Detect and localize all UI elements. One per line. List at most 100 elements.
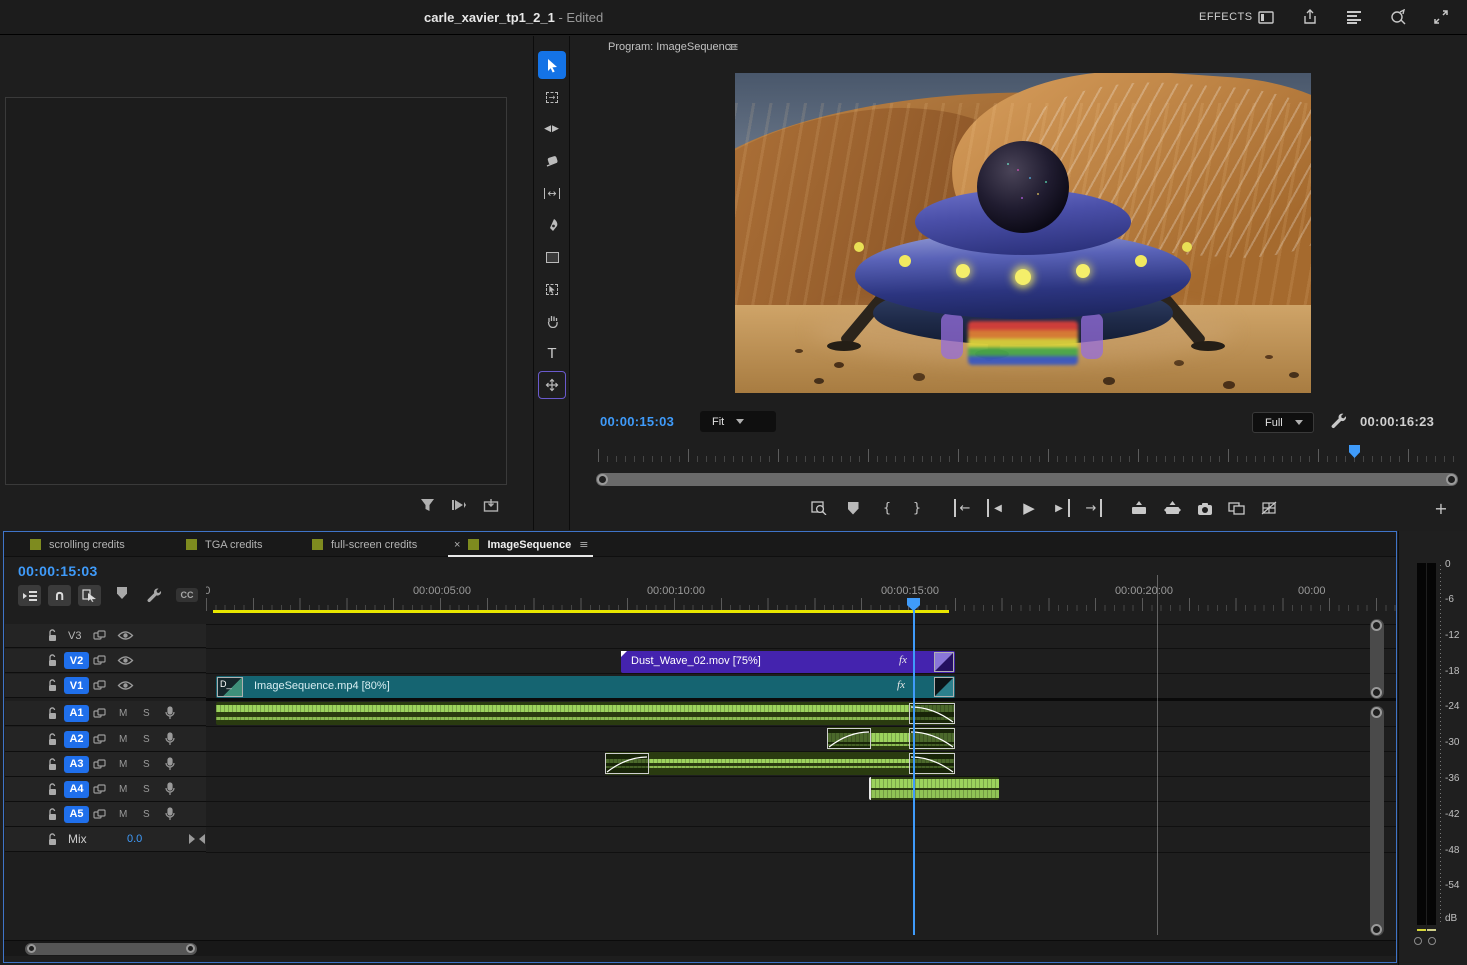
- scrollbar-knob[interactable]: [186, 944, 195, 953]
- zoom-level-select[interactable]: Fit: [700, 411, 776, 432]
- solo-button[interactable]: S: [143, 708, 150, 719]
- quick-search-icon[interactable]: [1389, 8, 1407, 26]
- timeline-hscroll-track[interactable]: [4, 940, 1396, 956]
- mute-button[interactable]: M: [119, 784, 127, 795]
- workspace-panel-icon[interactable]: [1257, 8, 1275, 26]
- audio-clip-a3[interactable]: [605, 752, 955, 775]
- selection-tool[interactable]: [538, 51, 566, 79]
- export-frame-camera-icon[interactable]: [1196, 499, 1214, 517]
- lock-icon[interactable]: [47, 733, 58, 746]
- hand-tool[interactable]: [538, 307, 566, 335]
- settings-wrench-icon[interactable]: [1330, 412, 1347, 429]
- transition-out[interactable]: [934, 677, 954, 697]
- panel-menu-icon[interactable]: ≡: [728, 40, 739, 55]
- voiceover-mic-icon[interactable]: [165, 706, 175, 720]
- program-monitor-title[interactable]: Program: ImageSequence: [608, 41, 736, 53]
- toggle-track-output-eye-icon[interactable]: [117, 630, 134, 641]
- track-select-forward-tool[interactable]: →: [538, 83, 566, 111]
- play-button[interactable]: ▶: [1020, 499, 1038, 517]
- snap-toggle-button[interactable]: ∩: [48, 585, 71, 606]
- sync-lock-icon[interactable]: [93, 680, 106, 691]
- meter-channel-toggle[interactable]: [1428, 937, 1436, 945]
- mark-out-icon[interactable]: }: [908, 499, 926, 517]
- track-target-badge[interactable]: A1: [64, 705, 89, 722]
- solo-button[interactable]: S: [143, 809, 150, 820]
- mute-button[interactable]: M: [119, 708, 127, 719]
- panel-menu-icon[interactable]: ≡: [579, 538, 588, 551]
- mark-in-icon[interactable]: {: [878, 499, 896, 517]
- lock-icon[interactable]: [47, 679, 58, 692]
- mix-level-value[interactable]: 0.0: [127, 833, 142, 845]
- sync-lock-icon[interactable]: [93, 784, 106, 795]
- step-back-icon[interactable]: ◀: [987, 499, 1005, 517]
- mute-button[interactable]: M: [119, 759, 127, 770]
- comparison-view-icon[interactable]: [1227, 499, 1245, 517]
- keyframe-navigator-icon[interactable]: [189, 834, 205, 844]
- audio-fade-out[interactable]: [909, 728, 955, 749]
- audio-fade-in[interactable]: [827, 728, 871, 749]
- sync-lock-icon[interactable]: [93, 708, 106, 719]
- toggle-track-output-eye-icon[interactable]: [117, 680, 134, 691]
- scrollbar-knob[interactable]: [1446, 474, 1457, 485]
- lock-icon[interactable]: [47, 758, 58, 771]
- tab-imagesequence[interactable]: × ImageSequence ≡: [454, 532, 588, 557]
- timeline-timecode[interactable]: 00:00:15:03: [18, 563, 98, 579]
- voiceover-mic-icon[interactable]: [165, 782, 175, 796]
- lock-icon[interactable]: [47, 783, 58, 796]
- sync-lock-icon[interactable]: [93, 655, 106, 666]
- clip-imagesequence[interactable]: D_ ImageSequence.mp4 [80%] fx: [216, 676, 955, 698]
- meter-channel-toggle[interactable]: [1414, 937, 1422, 945]
- track-target-badge[interactable]: V1: [64, 677, 89, 694]
- effects-workspace-label[interactable]: EFFECTS: [1199, 11, 1253, 23]
- solo-button[interactable]: S: [143, 734, 150, 745]
- timeline-hscroll-thumb[interactable]: [25, 943, 197, 955]
- work-area-bar[interactable]: [213, 610, 949, 613]
- scrollbar-knob[interactable]: [597, 474, 608, 485]
- program-scrubber[interactable]: [598, 448, 1458, 462]
- audio-tracks-scrollbar[interactable]: [1370, 706, 1384, 936]
- tab-full-screen-credits[interactable]: full-screen credits: [312, 532, 417, 557]
- transform-tool[interactable]: [538, 371, 566, 399]
- solo-button[interactable]: S: [143, 784, 150, 795]
- program-video-frame[interactable]: [735, 73, 1311, 393]
- solo-button[interactable]: S: [143, 759, 150, 770]
- program-current-timecode[interactable]: 00:00:15:03: [600, 414, 674, 429]
- voiceover-mic-icon[interactable]: [165, 732, 175, 746]
- scrollbar-knob[interactable]: [1371, 620, 1382, 631]
- close-icon[interactable]: ×: [454, 539, 460, 551]
- audio-clip-a2[interactable]: [827, 727, 955, 750]
- linked-selection-button[interactable]: [78, 585, 101, 606]
- export-frame-icon[interactable]: [483, 498, 499, 518]
- playback-resolution-select[interactable]: Full: [1252, 412, 1314, 433]
- scrollbar-knob[interactable]: [27, 944, 36, 953]
- clip-dust-wave[interactable]: Dust_Wave_02.mov [75%] fx: [621, 651, 955, 673]
- sync-lock-icon[interactable]: [93, 630, 106, 641]
- stacked-panels-icon[interactable]: [1345, 8, 1363, 26]
- lock-icon[interactable]: [47, 808, 58, 821]
- tab-tga-credits[interactable]: TGA credits: [186, 532, 262, 557]
- go-to-out-icon[interactable]: →: [1084, 499, 1102, 517]
- button-editor-plus-icon[interactable]: +: [1432, 499, 1450, 517]
- razor-tool[interactable]: [538, 147, 566, 175]
- lock-icon[interactable]: [47, 654, 58, 667]
- audio-fade-in[interactable]: [605, 753, 649, 774]
- track-target-badge[interactable]: A4: [64, 781, 89, 798]
- nest-toggle-button[interactable]: [18, 585, 41, 606]
- lift-icon[interactable]: [1130, 499, 1148, 517]
- scrollbar-knob[interactable]: [1371, 707, 1382, 718]
- track-target-badge[interactable]: A3: [64, 756, 89, 773]
- ripple-edit-tool[interactable]: ◀▶: [538, 115, 566, 143]
- audio-clip-a4[interactable]: [869, 777, 999, 800]
- track-name[interactable]: V3: [68, 630, 81, 642]
- audio-clip-a1[interactable]: [216, 702, 955, 725]
- scrollbar-knob[interactable]: [1371, 924, 1382, 935]
- multicam-toggle-icon[interactable]: [1260, 499, 1278, 517]
- tab-scrolling-credits[interactable]: scrolling credits: [30, 532, 125, 557]
- step-forward-icon[interactable]: ▶: [1052, 499, 1070, 517]
- sync-lock-icon[interactable]: [93, 759, 106, 770]
- add-marker-icon[interactable]: [844, 499, 862, 517]
- voiceover-mic-icon[interactable]: [165, 807, 175, 821]
- extract-icon[interactable]: [1163, 499, 1181, 517]
- sync-lock-icon[interactable]: [93, 809, 106, 820]
- voiceover-mic-icon[interactable]: [165, 757, 175, 771]
